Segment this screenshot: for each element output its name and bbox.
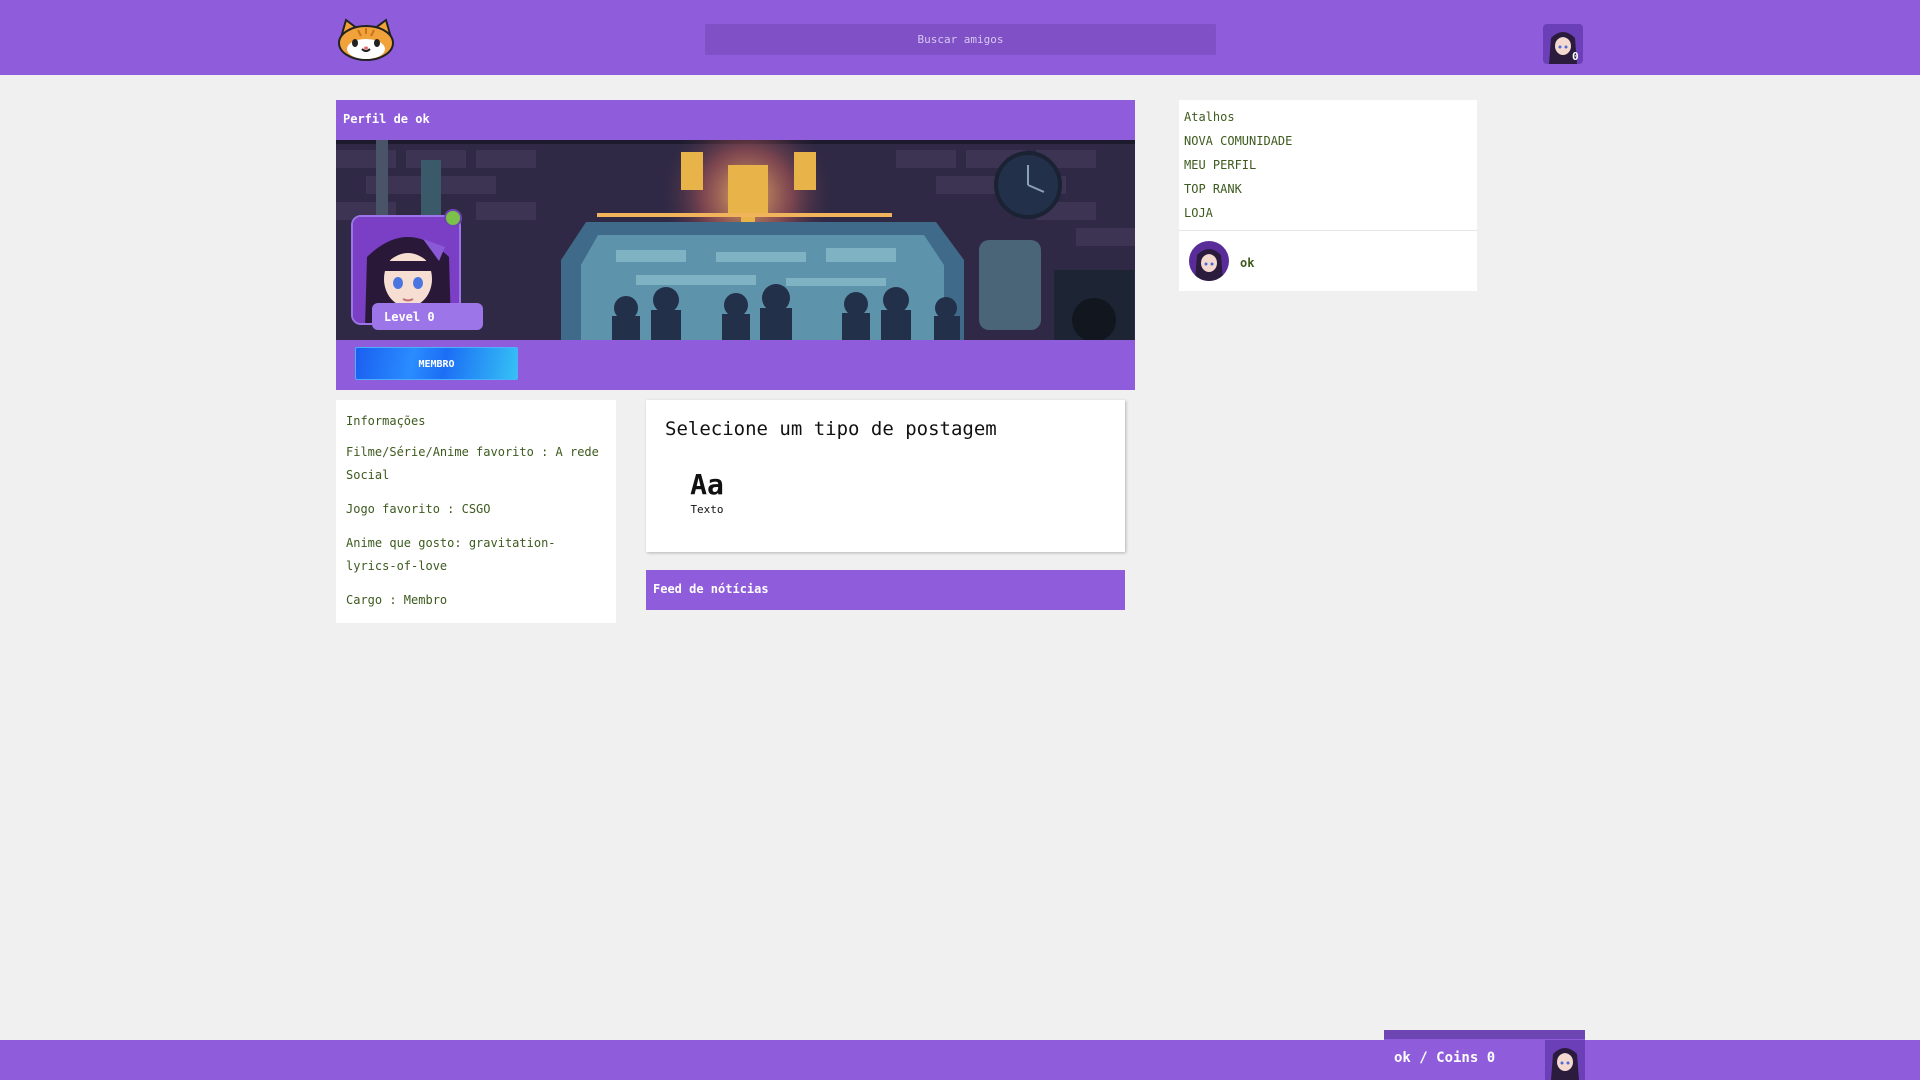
post-type-selector: Selecione um tipo de postagem Aa Texto [646, 400, 1125, 552]
level-badge: Level 0 [372, 303, 483, 330]
username-link[interactable]: ok [1240, 256, 1254, 270]
text-post-button[interactable]: Aa Texto [677, 468, 737, 516]
bottom-bar [0, 1040, 1920, 1080]
profile-info-card: Informações Filme/Série/Anime favorito :… [336, 400, 616, 623]
info-title: Informações [346, 414, 426, 428]
online-status-indicator [444, 209, 462, 227]
text-format-icon: Aa [690, 468, 724, 501]
news-feed-header: Feed de nótícias [646, 570, 1125, 610]
shortcut-store[interactable]: LOJA [1184, 206, 1213, 220]
post-type-title: Selecione um tipo de postagem [665, 418, 997, 440]
shortcuts-title: Atalhos [1184, 110, 1235, 124]
info-row-favorite-anime: Anime que gosto: gravitation-lyrics-of-l… [346, 536, 556, 573]
info-row-favorite-movie: Filme/Série/Anime favorito : A rede Soci… [346, 445, 599, 482]
shortcuts-panel: Atalhos NOVA COMUNIDADE MEU PERFIL TOP R… [1179, 100, 1477, 291]
shortcut-new-community[interactable]: NOVA COMUNIDADE [1184, 134, 1292, 148]
shortcut-my-profile[interactable]: MEU PERFIL [1184, 158, 1256, 172]
info-row-favorite-game: Jogo favorito : CSGO [346, 502, 491, 516]
chat-avatar[interactable] [1545, 1040, 1585, 1080]
member-role-badge: MEMBRO [355, 347, 518, 380]
cat-logo-icon[interactable] [336, 18, 396, 62]
notification-count: 0 [1572, 50, 1579, 63]
info-row-role: Cargo : Membro [346, 593, 448, 607]
shortcut-top-rank[interactable]: TOP RANK [1184, 182, 1242, 196]
divider [1179, 230, 1477, 231]
profile-title: Perfil de ok [336, 100, 1135, 140]
user-avatar[interactable] [1189, 241, 1229, 281]
search-friends-input[interactable] [705, 24, 1216, 55]
text-post-label: Texto [690, 503, 724, 516]
